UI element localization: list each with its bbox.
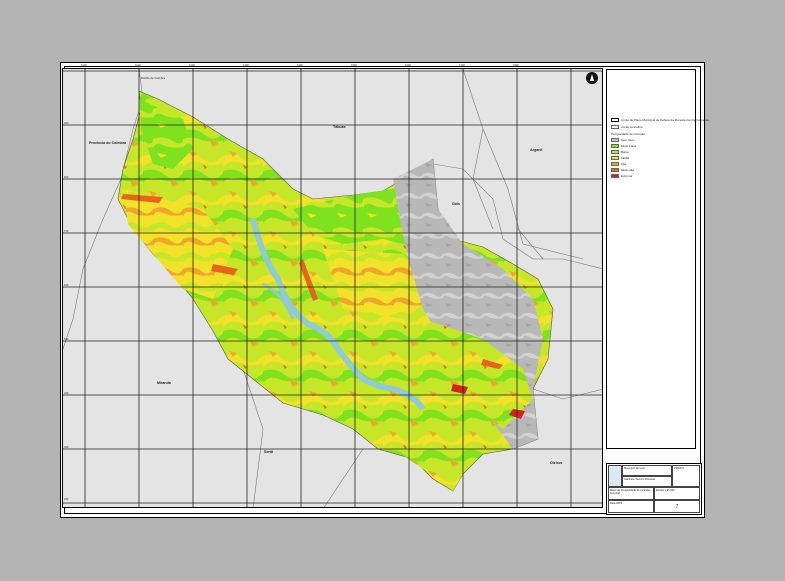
place-label-top-center: Tábuas — [333, 125, 346, 129]
date-value: 2015 — [616, 502, 622, 505]
north-arrow-icon — [586, 72, 598, 84]
place-label-bottom-left: Miranda — [157, 381, 171, 385]
title-block-title: Mapa de Perigosidade de Incêndio Florest… — [608, 487, 654, 500]
grid-tick-top: 1400 — [297, 64, 303, 67]
title-block-scale: Escala 1:25 000 — [654, 487, 700, 500]
legend-swatch — [611, 162, 619, 167]
grid-tick-left: 900 — [64, 122, 69, 125]
legend-swatch — [611, 138, 619, 143]
place-label-left: Provincia do Coimbra — [89, 141, 127, 145]
legend-label: Alta — [621, 162, 627, 166]
grid-tick-left: 300 — [64, 446, 69, 449]
title-block-org: Município de Góis — [622, 465, 672, 476]
legend-label: Baixa — [621, 150, 629, 154]
place-label-center-right: Góis — [452, 202, 460, 206]
legend-label: Média — [621, 156, 630, 160]
grid-tick-left: 200 — [64, 498, 69, 501]
legend-label: Extrema — [621, 174, 633, 178]
legend-label: Muito alta — [621, 168, 635, 172]
place-label-right-top: Arganil — [530, 148, 543, 152]
title-block: Município de Góis Gabinete Técnico Flore… — [606, 463, 702, 515]
date-label: Data — [610, 502, 616, 505]
title-block-date: Data 2015 — [608, 500, 654, 513]
grid-tick-left: 500 — [64, 338, 69, 341]
grid-tick-top: 1300 — [243, 64, 249, 67]
legend-label: Sem risco — [621, 138, 635, 142]
place-label-bottom-center: Sertã — [264, 450, 273, 454]
legend-swatch — [611, 168, 619, 173]
grid-tick-left: 400 — [64, 392, 69, 395]
title-block-dept: Gabinete Técnico Florestal — [622, 476, 672, 487]
municipality-logo — [608, 465, 622, 487]
legend-swatch — [611, 118, 619, 123]
scale-value: 1:25 000 — [664, 489, 675, 492]
scale-label: Escala — [656, 489, 664, 492]
legend-swatch — [611, 156, 619, 161]
legend-label: Muito baixa — [621, 144, 637, 148]
legend-item: Limite do Plano Municipal de Defesa da F… — [611, 118, 710, 123]
map-legend: Limite do Plano Municipal de Defesa da F… — [606, 69, 709, 449]
grid-tick-top: 1500 — [351, 64, 357, 67]
map-svg — [63, 69, 602, 507]
legend-item: Extrema — [611, 174, 633, 179]
legend-item: Limite concelhio — [611, 125, 643, 130]
title-text: Mapa de Perigosidade de Incêndio Florest… — [610, 489, 651, 495]
legend-item: Baixa — [611, 150, 629, 155]
legend-heading: Perigosidade de incêndio — [611, 132, 645, 136]
grid-tick-top: 1600 — [405, 64, 411, 67]
subtitle-text: PMDFCI — [674, 467, 684, 470]
grid-tick-top: 1000 — [81, 64, 87, 67]
legend-item: Sem risco — [611, 138, 635, 143]
grid-tick-left: 600 — [64, 284, 69, 287]
legend-item: Alta — [611, 162, 627, 167]
title-block-map-number: 7 — [654, 500, 700, 513]
map-number: 7 — [675, 504, 679, 510]
legend-item: Média — [611, 156, 630, 161]
legend-swatch — [611, 125, 619, 130]
legend-swatch — [611, 144, 619, 149]
grid-tick-top: 1200 — [189, 64, 195, 67]
org-text: Município de Góis — [624, 467, 645, 470]
study-area[interactable] — [117, 90, 554, 492]
legend-swatch — [611, 174, 619, 179]
place-label-district: Distrito de Coimbra — [141, 76, 165, 80]
legend-item: Muito alta — [611, 168, 635, 173]
map-frame[interactable] — [62, 68, 603, 508]
grid-tick-left: 800 — [64, 176, 69, 179]
legend-label: Limite do Plano Municipal de Defesa da F… — [621, 118, 710, 122]
place-label-bottom-right: Oleiros — [550, 461, 563, 465]
grid-tick-top: 1700 — [459, 64, 465, 67]
legend-label: Limite concelhio — [621, 125, 643, 129]
legend-label: Perigosidade de incêndio — [611, 132, 645, 136]
grid-tick-left: 700 — [64, 230, 69, 233]
legend-swatch — [611, 150, 619, 155]
grid-tick-top: 1100 — [135, 64, 141, 67]
legend-item: Muito baixa — [611, 144, 637, 149]
dept-text: Gabinete Técnico Florestal — [624, 478, 655, 481]
grid-tick-top: 1800 — [513, 64, 519, 67]
title-block-subtitle: PMDFCI — [672, 465, 700, 487]
